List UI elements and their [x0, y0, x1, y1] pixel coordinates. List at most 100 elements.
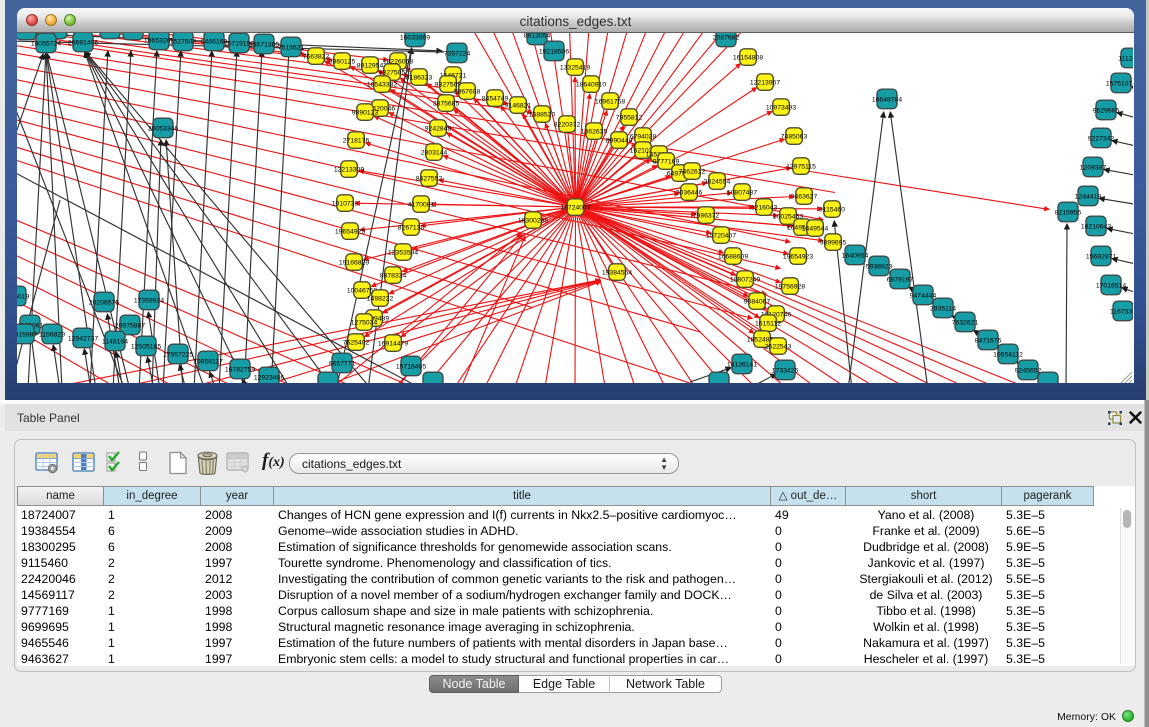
svg-text:18640910: 18640910 [576, 81, 606, 88]
svg-text:1167534: 1167534 [1110, 308, 1133, 315]
svg-text:8267130: 8267130 [398, 224, 425, 231]
svg-text:16782759: 16782759 [225, 366, 255, 373]
svg-text:9084067: 9084067 [744, 298, 771, 305]
svg-text:6879197: 6879197 [887, 276, 914, 283]
svg-text:6216043: 6216043 [751, 204, 778, 211]
svg-text:9227342: 9227342 [1088, 135, 1115, 142]
svg-text:1112483: 1112483 [1118, 55, 1133, 62]
svg-text:7632621: 7632621 [952, 319, 979, 326]
svg-text:15720407: 15720407 [706, 232, 736, 239]
svg-text:9899695: 9899695 [820, 239, 847, 246]
svg-text:9146821: 9146821 [505, 102, 532, 109]
svg-text:12213309: 12213309 [334, 166, 364, 173]
svg-text:1156829: 1156829 [39, 331, 65, 338]
svg-text:12975115: 12975115 [786, 163, 816, 170]
svg-text:1145194: 1145194 [102, 338, 128, 345]
svg-text:9474444: 9474444 [910, 292, 937, 299]
svg-text:3824554: 3824554 [704, 178, 731, 185]
svg-text:8813054: 8813054 [524, 33, 551, 39]
svg-text:19166829: 19166829 [339, 259, 369, 266]
svg-text:16961758: 16961758 [595, 98, 625, 105]
svg-text:9657771: 9657771 [329, 360, 356, 367]
svg-text:9242848: 9242848 [425, 125, 452, 132]
svg-text:12923466: 12923466 [254, 374, 284, 381]
svg-text:7462612: 7462612 [679, 168, 706, 175]
svg-text:1010733: 1010733 [332, 200, 359, 207]
svg-text:2935114: 2935114 [930, 305, 956, 312]
svg-text:2803144: 2803144 [421, 149, 448, 156]
svg-text:8220372: 8220372 [554, 121, 581, 128]
svg-text:2036446: 2036446 [676, 189, 703, 196]
svg-text:1588520: 1588520 [529, 111, 556, 118]
svg-text:16648784: 16648784 [872, 96, 902, 103]
svg-text:2166019: 2166019 [17, 293, 29, 300]
svg-text:9890123: 9890123 [352, 109, 379, 116]
svg-text:16543382: 16543382 [367, 81, 397, 88]
svg-text:14136141: 14136141 [727, 361, 757, 368]
svg-text:19384554: 19384554 [602, 269, 632, 276]
svg-text:16154808: 16154808 [733, 54, 763, 61]
svg-text:9529965: 9529965 [1093, 107, 1120, 114]
svg-text:19218506: 19218506 [539, 48, 569, 55]
svg-text:12942737: 12942737 [68, 335, 98, 342]
svg-text:7663822: 7663822 [303, 53, 330, 60]
svg-text:12353594: 12353594 [388, 249, 418, 256]
svg-text:18807249: 18807249 [730, 276, 760, 283]
svg-text:1209387: 1209387 [1080, 164, 1107, 171]
svg-text:9115460: 9115460 [819, 206, 845, 213]
svg-text:7357224: 7357224 [444, 50, 471, 57]
svg-text:1244419: 1244419 [1075, 193, 1102, 200]
svg-text:7515521: 7515521 [278, 44, 305, 51]
svg-text:17359924: 17359924 [134, 297, 164, 304]
svg-text:1640954: 1640954 [842, 252, 869, 259]
svg-text:15692971: 15692971 [1086, 253, 1116, 260]
svg-text:19654923: 19654923 [783, 253, 813, 260]
svg-text:13325419: 13325419 [560, 64, 590, 71]
svg-text:4170081: 4170081 [408, 201, 435, 208]
svg-text:10688609: 10688609 [718, 253, 748, 260]
svg-text:9245652: 9245652 [1015, 367, 1042, 374]
svg-text:8215955: 8215955 [1055, 209, 1082, 216]
svg-text:15751074: 15751074 [1106, 80, 1133, 87]
svg-text:9463627: 9463627 [791, 193, 818, 200]
svg-text:2867608: 2867608 [454, 88, 481, 95]
svg-text:10654112: 10654112 [993, 351, 1023, 358]
svg-text:8454749: 8454749 [482, 95, 509, 102]
svg-text:2718176: 2718176 [343, 137, 370, 144]
svg-text:20691406: 20691406 [68, 39, 98, 46]
svg-text:8912954: 8912954 [357, 62, 384, 69]
svg-text:10973493: 10973493 [766, 104, 796, 111]
svg-text:1498222: 1498222 [367, 295, 394, 302]
svg-text:14055724: 14055724 [31, 40, 61, 47]
svg-text:1449544: 1449544 [802, 225, 829, 232]
svg-text:3915987: 3915987 [17, 331, 37, 338]
svg-text:17957225: 17957225 [163, 351, 193, 358]
svg-text:7955812: 7955812 [616, 114, 643, 121]
svg-text:16914479: 16914479 [378, 340, 408, 347]
svg-text:3875685: 3875685 [433, 100, 460, 107]
svg-text:19756928: 19756928 [775, 283, 805, 290]
svg-text:20975887: 20975887 [115, 322, 145, 329]
svg-text:1527602: 1527602 [170, 38, 197, 45]
svg-text:1615112: 1615112 [755, 320, 781, 327]
svg-text:5938923: 5938923 [866, 263, 893, 270]
svg-text:2087682: 2087682 [713, 34, 740, 41]
svg-text:6794028: 6794028 [630, 133, 657, 140]
svg-text:15716465: 15716465 [396, 363, 426, 370]
svg-text:9327508: 9327508 [435, 81, 462, 88]
svg-text:18300295: 18300295 [518, 217, 548, 224]
svg-text:8960125: 8960125 [329, 58, 356, 65]
svg-text:1362635: 1362635 [581, 128, 608, 135]
svg-text:19654925: 19654925 [335, 228, 365, 235]
svg-text:7986372: 7986372 [693, 212, 720, 219]
svg-text:12213967: 12213967 [750, 79, 780, 86]
svg-text:16671385: 16671385 [249, 41, 279, 48]
svg-text:20206575: 20206575 [89, 299, 119, 306]
svg-text:1733426: 1733426 [772, 367, 799, 374]
svg-text:20053346: 20053346 [148, 125, 178, 132]
svg-text:8427552: 8427552 [416, 175, 443, 182]
svg-text:8186323: 8186323 [406, 74, 433, 81]
svg-text:1275034: 1275034 [351, 319, 378, 326]
svg-text:8990448: 8990448 [606, 137, 633, 144]
svg-text:18724007: 18724007 [560, 204, 590, 211]
